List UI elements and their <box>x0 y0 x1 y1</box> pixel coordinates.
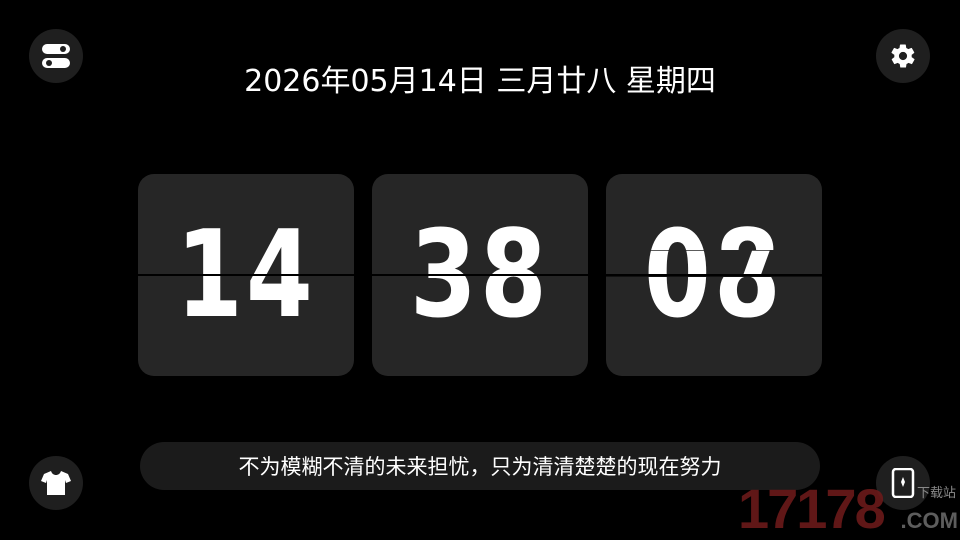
motto-banner[interactable]: 不为模糊不清的未来担忧，只为清清楚楚的现在努力 <box>140 442 820 490</box>
seconds-card: 08 07 <box>606 174 822 376</box>
minutes-card: 38 <box>372 174 588 376</box>
watermark-number: 17178 <box>738 477 886 540</box>
card-divider <box>606 274 822 276</box>
hours-card: 14 <box>138 174 354 376</box>
card-divider <box>372 274 588 276</box>
tshirt-icon <box>41 471 71 495</box>
card-divider <box>138 274 354 276</box>
site-watermark: 17178 下载站 .COM <box>738 478 960 540</box>
watermark-domain: .COM <box>900 508 958 533</box>
theme-button[interactable] <box>29 456 83 510</box>
date-display: 2026年05月14日 三月廿八 星期四 <box>244 64 716 99</box>
watermark-tag: 下载站 <box>916 486 956 501</box>
